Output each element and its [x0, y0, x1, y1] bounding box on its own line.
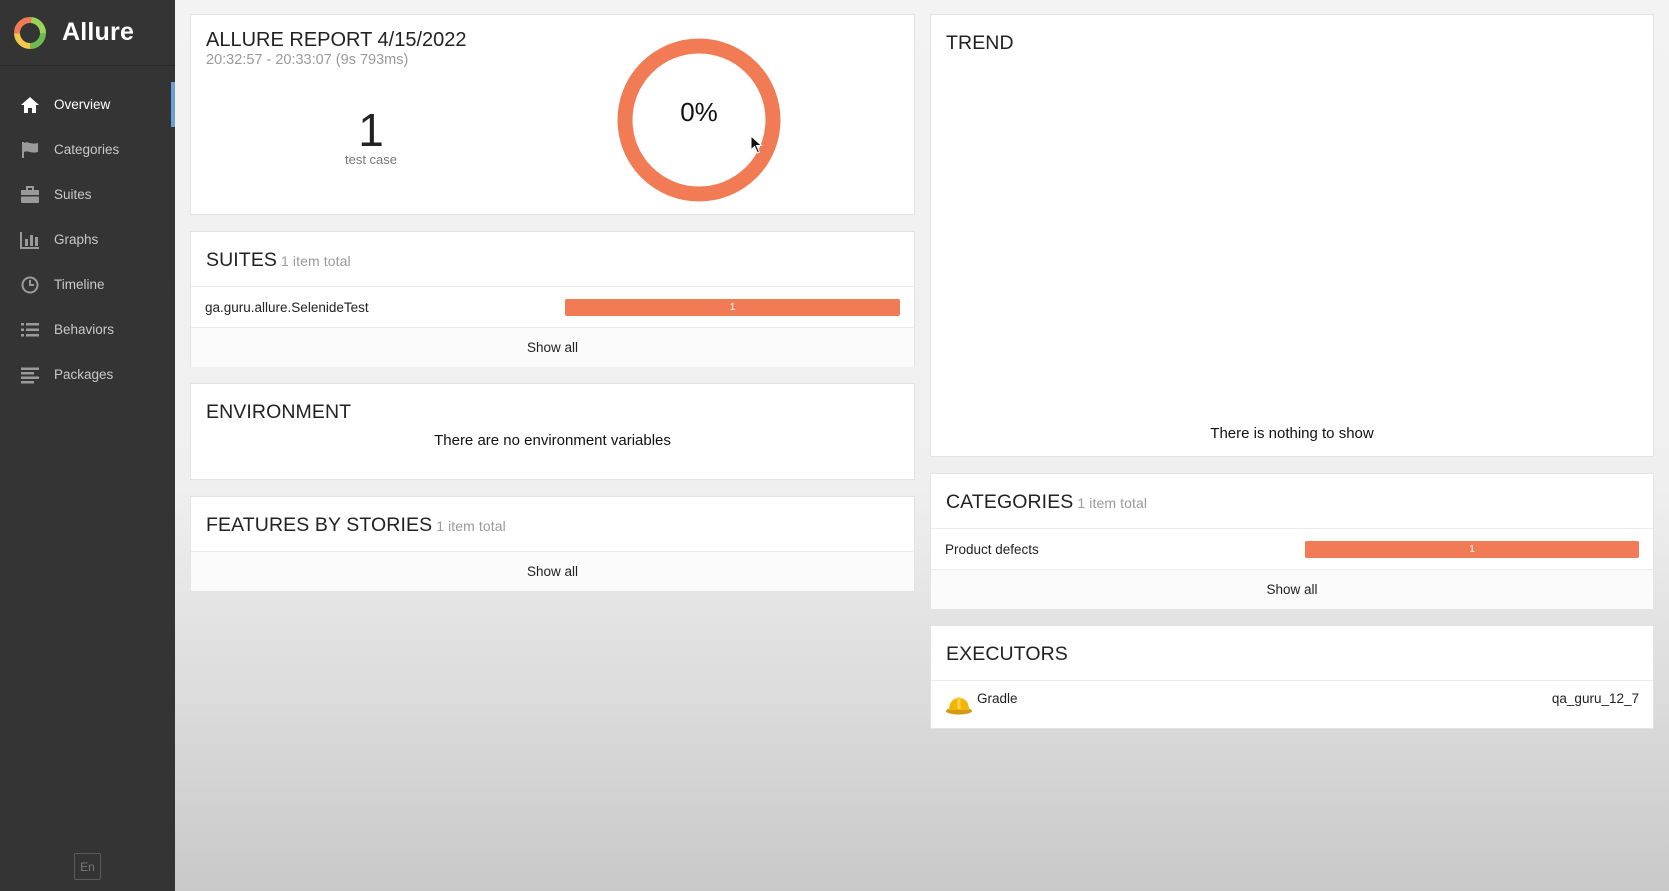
category-failed-bar: 1 [1305, 540, 1639, 558]
sidebar-item-overview[interactable]: Overview [0, 82, 175, 127]
test-case-count: 1 [358, 104, 384, 156]
suite-name: ga.guru.allure.SelenideTest [205, 299, 369, 315]
features-subtitle: 1 item total [436, 518, 506, 534]
suite-failed-bar: 1 [565, 298, 900, 316]
executors-title: EXECUTORS [946, 643, 1068, 665]
suites-subtitle: 1 item total [281, 253, 351, 269]
categories-subtitle: 1 item total [1077, 495, 1148, 511]
bar-chart-icon [19, 230, 41, 250]
sidebar-item-label: Behaviors [54, 322, 115, 337]
sidebar-item-graphs[interactable]: Graphs [0, 217, 175, 262]
suites-title: SUITES 1 item total [206, 249, 351, 271]
align-left-icon [19, 365, 41, 385]
home-icon [19, 95, 41, 115]
sidebar-item-label: Overview [54, 97, 111, 112]
sidebar-item-behaviors[interactable]: Behaviors [0, 307, 175, 352]
sidebar: Allure Overview Categories Suites Graphs [0, 0, 175, 891]
sidebar-item-suites[interactable]: Suites [0, 172, 175, 217]
trend-empty-message: There is nothing to show [1210, 425, 1374, 442]
test-case-label: test case [344, 152, 398, 167]
report-time-range: 20:32:57 - 20:33:07 (9s 793ms) [206, 52, 409, 68]
list-icon [19, 320, 41, 340]
category-name: Product defects [945, 541, 1039, 557]
pass-rate-label: 0% [680, 97, 718, 127]
executors-widget: EXECUTORS Gradle qa_guru_12_7 [930, 625, 1654, 729]
app-name: Allure [62, 18, 135, 46]
flag-icon [19, 140, 41, 160]
sidebar-item-categories[interactable]: Categories [0, 127, 175, 172]
categories-widget: CATEGORIES 1 item total Product defects 1… [930, 473, 1654, 609]
features-title: FEATURES BY STORIES 1 item total [206, 514, 506, 536]
sidebar-item-packages[interactable]: Packages [0, 352, 175, 397]
sidebar-nav: Overview Categories Suites Graphs Timeli… [0, 82, 175, 397]
features-widget: FEATURES BY STORIES 1 item total Show all [190, 496, 915, 591]
sidebar-item-label: Packages [54, 367, 114, 382]
brand[interactable]: Allure [0, 0, 175, 66]
suites-widget: SUITES 1 item total ga.guru.allure.Seleni… [190, 231, 915, 367]
trend-title: TREND [946, 32, 1014, 54]
sidebar-item-label: Categories [54, 142, 120, 157]
sidebar-item-label: Timeline [54, 277, 105, 292]
environment-empty-message: There are no environment variables [434, 432, 671, 449]
executor-row[interactable]: Gradle qa_guru_12_7 [931, 680, 1653, 726]
categories-title: CATEGORIES 1 item total [946, 491, 1148, 513]
language-toggle-button[interactable]: En [74, 853, 101, 880]
features-show-all-button[interactable]: Show all [191, 551, 914, 591]
sidebar-item-label: Graphs [54, 232, 99, 247]
briefcase-icon [19, 185, 41, 205]
report-title: ALLURE REPORT 4/15/2022 [206, 29, 467, 51]
hard-hat-icon [946, 696, 972, 714]
sidebar-item-label: Suites [54, 187, 92, 202]
suites-show-all-button[interactable]: Show all [191, 327, 914, 367]
environment-title: ENVIRONMENT [206, 401, 352, 423]
environment-widget: ENVIRONMENT There are no environment var… [190, 383, 915, 480]
list-item[interactable]: ga.guru.allure.SelenideTest 1 [191, 286, 914, 327]
trend-widget: TREND There is nothing to show [930, 14, 1654, 457]
sidebar-item-timeline[interactable]: Timeline [0, 262, 175, 307]
executor-build-link[interactable]: qa_guru_12_7 [1552, 691, 1639, 706]
list-item[interactable]: Product defects 1 [931, 528, 1653, 569]
clock-icon [19, 275, 41, 295]
executor-name: Gradle [977, 691, 1018, 706]
mouse-cursor-icon [750, 135, 763, 154]
categories-show-all-button[interactable]: Show all [931, 569, 1653, 609]
allure-logo-icon [14, 16, 46, 49]
summary-widget: ALLURE REPORT 4/15/2022 20:32:57 - 20:33… [190, 14, 915, 215]
